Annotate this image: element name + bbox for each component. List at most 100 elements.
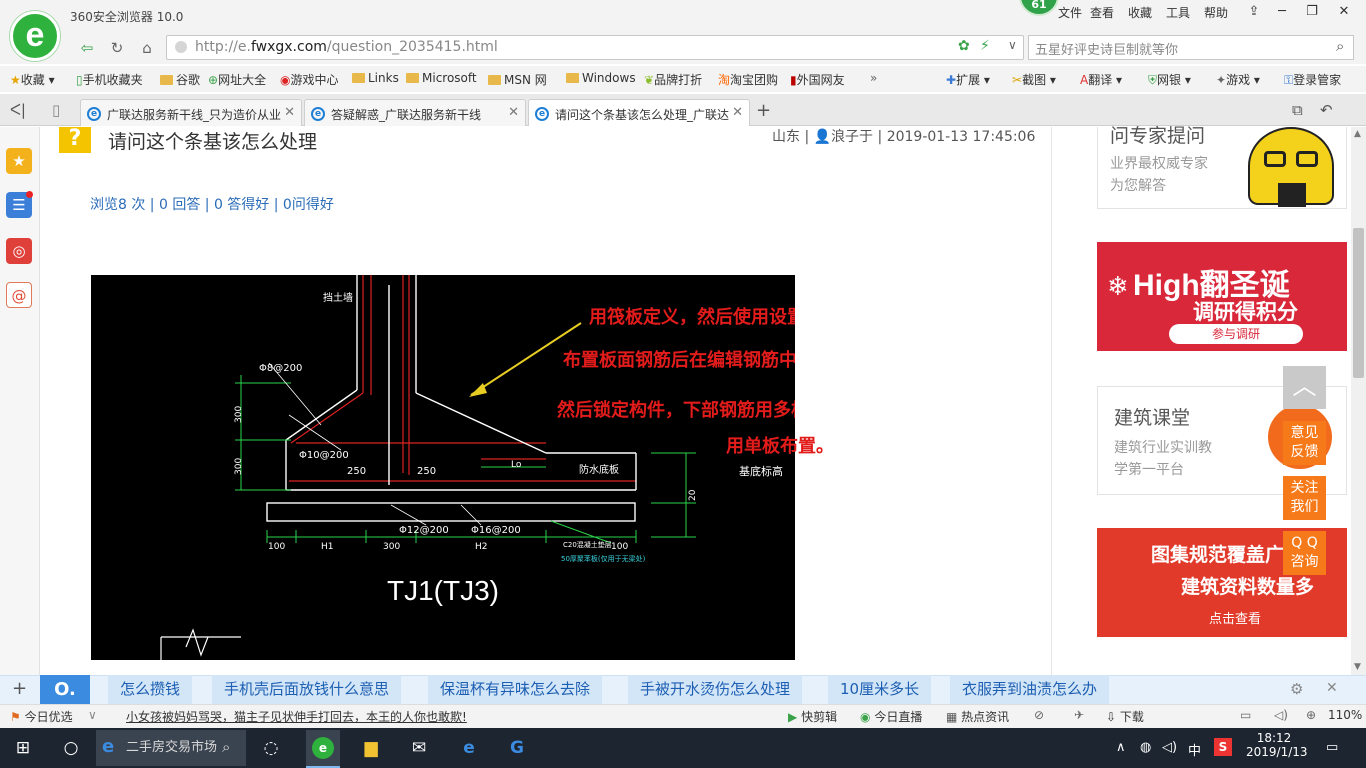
file-explorer-icon[interactable]: ▆	[358, 736, 384, 760]
sound-icon[interactable]: ◁)	[1274, 708, 1288, 722]
games-button[interactable]: ✦游戏 ▾	[1216, 71, 1260, 88]
back-icon[interactable]: ⇦	[74, 36, 100, 60]
hot-search-item[interactable]: 手被开水烫伤怎么处理	[628, 675, 803, 704]
site-info-icon[interactable]	[175, 41, 187, 53]
bookmark-links[interactable]: Links	[352, 71, 399, 85]
close-window-icon[interactable]: ✕	[1330, 0, 1358, 24]
pin-icon[interactable]: ⇪	[1240, 0, 1268, 24]
new-tab-icon[interactable]: +	[756, 100, 771, 121]
sidebar-toggle-icon[interactable]: ᐸ|	[10, 101, 26, 119]
edge-icon[interactable]: e	[456, 736, 482, 760]
menu-file[interactable]: 文件	[1058, 4, 1082, 21]
menu-favorites[interactable]: 收藏	[1128, 4, 1152, 21]
close-tab-icon[interactable]: ✕	[732, 105, 743, 120]
close-hotbar-icon[interactable]: ✕	[1326, 680, 1338, 696]
tab-question[interactable]: e 请问这个条基该怎么处理_广联达 ✕	[528, 99, 750, 126]
cad-drawing-image[interactable]: 挡土墙 Φ8@200 Φ10@200 250 250 Lo 防水底板 基底标高 …	[91, 275, 795, 660]
zoom-level[interactable]: 110%	[1328, 708, 1362, 722]
author-link[interactable]: 浪子于	[831, 129, 873, 145]
scroll-up-icon[interactable]: ▲	[1354, 129, 1361, 139]
window-icon[interactable]: ▭	[1240, 708, 1251, 722]
cortana-icon[interactable]: ○	[58, 736, 84, 760]
taskbar-360-browser[interactable]: e	[306, 730, 340, 768]
live-button[interactable]: ◉ 今日直播	[860, 708, 922, 725]
mail-app-icon[interactable]: ✉	[406, 736, 432, 760]
menu-help[interactable]: 帮助	[1204, 4, 1228, 21]
download-button[interactable]: ⇩ 下载	[1106, 708, 1144, 725]
close-tab-icon[interactable]: ✕	[284, 105, 295, 120]
taskbar-search-icon[interactable]: ⌕	[222, 738, 230, 756]
bookmark-windows[interactable]: Windows	[566, 71, 636, 85]
speed-mode-icon[interactable]: ⚡	[980, 38, 990, 54]
chevron-down-icon[interactable]: ∨	[1008, 38, 1017, 52]
restore-icon[interactable]: ❐	[1298, 0, 1326, 24]
back-to-top-button[interactable]: ︿	[1283, 366, 1326, 409]
screenshot-button[interactable]: ✂截图 ▾	[1012, 71, 1056, 88]
follow-us-button[interactable]: 关注 我们	[1283, 476, 1326, 520]
speedup-icon[interactable]: ⊘	[1034, 708, 1044, 722]
ime-indicator[interactable]: 中	[1188, 740, 1201, 759]
undo-close-icon[interactable]: ↶	[1320, 101, 1333, 119]
hot-search-item[interactable]: 手机壳后面放钱什么意思	[212, 675, 402, 704]
mail-icon[interactable]: @	[6, 282, 32, 308]
christmas-survey-banner[interactable]: High翻圣诞 调研得积分 参与调研 ❄	[1097, 242, 1347, 351]
tab-faq[interactable]: e 答疑解惑_广联达服务新干线 ✕	[304, 99, 526, 126]
bookmark-taobao[interactable]: 淘淘宝团购	[718, 71, 778, 88]
page-scrollbar[interactable]	[1351, 127, 1366, 675]
weibo-icon[interactable]: ◎	[6, 238, 32, 264]
settings-gear-icon[interactable]: ⚙	[1290, 680, 1303, 698]
hot-search-item[interactable]: 怎么攒钱	[108, 675, 193, 704]
news-ticker-link[interactable]: 小女孩被妈妈骂哭，猫主子见状伸手打回去，本王的人你也敢欺!	[126, 708, 467, 725]
bookmark-msn[interactable]: MSN 网	[488, 71, 547, 88]
translate-button[interactable]: A翻译 ▾	[1080, 71, 1122, 88]
minimize-icon[interactable]: ─	[1268, 0, 1296, 24]
tab-manager-icon[interactable]: ⧉	[1292, 101, 1303, 119]
menu-view[interactable]: 查看	[1090, 4, 1114, 21]
qq-consult-button[interactable]: Q Q 咨询	[1283, 531, 1326, 575]
windows-start-icon[interactable]: ⊞	[10, 736, 36, 760]
ebank-button[interactable]: ⛨网银 ▾	[1148, 71, 1191, 88]
hot-news-button[interactable]: ▦ 热点资讯	[946, 708, 1009, 725]
banner2-button[interactable]: 点击查看	[1209, 608, 1261, 627]
sogou-icon[interactable]: S	[1214, 738, 1232, 756]
task-view-icon[interactable]: ◌	[258, 736, 284, 760]
add-icon[interactable]: +	[12, 678, 27, 699]
favorites-star-icon[interactable]: ★	[6, 148, 32, 174]
bookmark-hao[interactable]: ⊕网址大全	[208, 71, 266, 88]
search-logo-icon[interactable]: O.	[40, 675, 90, 704]
scroll-down-icon[interactable]: ▼	[1354, 662, 1361, 672]
action-center-icon[interactable]: ▭	[1326, 740, 1338, 755]
expert-card[interactable]: 问专家提问 业界最权威专家 为您解答	[1097, 125, 1347, 209]
volume-icon[interactable]: ◁)	[1162, 740, 1177, 755]
network-icon[interactable]: ◍	[1140, 740, 1151, 755]
security-shield-icon[interactable]: ✿	[958, 38, 970, 54]
login-manager-button[interactable]: ⚿登录管家	[1284, 71, 1341, 88]
bookmark-foreign[interactable]: ▮外国网友	[790, 71, 845, 88]
extension-button[interactable]: ✚扩展 ▾	[946, 71, 990, 88]
banner1-button[interactable]: 参与调研	[1169, 324, 1303, 344]
tab-glodon-home[interactable]: e 广联达服务新干线_只为造价从业 ✕	[80, 99, 302, 126]
search-icon[interactable]: ⌕	[1336, 37, 1344, 55]
hot-search-item[interactable]: 衣服弄到油渍怎么办	[950, 675, 1110, 704]
hot-search-item[interactable]: 10厘米多长	[828, 675, 932, 704]
url-text[interactable]: http://e.fwxgx.com/question_2035415.html	[195, 39, 498, 55]
tray-expand-icon[interactable]: ∧	[1116, 740, 1126, 755]
feedback-button[interactable]: 意见 反馈	[1283, 421, 1326, 465]
zoom-icon[interactable]: ⊕	[1306, 708, 1316, 722]
clock[interactable]: 18:12 2019/1/13	[1246, 731, 1308, 759]
pin-tool-icon[interactable]: ✈	[1074, 708, 1084, 722]
bookmark-mobile[interactable]: ▯手机收藏夹	[76, 71, 143, 88]
quick-cut-button[interactable]: ▶ 快剪辑	[788, 708, 837, 725]
home-icon[interactable]: ⌂	[134, 36, 160, 60]
bookmark-games[interactable]: ◉游戏中心	[280, 71, 339, 88]
tab-list-icon[interactable]: ▯	[52, 101, 60, 119]
glodon-app-icon[interactable]: G	[504, 736, 530, 760]
bookmark-favorites[interactable]: ★收藏 ▾	[10, 71, 55, 88]
region-link[interactable]: 山东	[772, 129, 800, 145]
hot-search-item[interactable]: 保温杯有异味怎么去除	[428, 675, 603, 704]
news-dropdown-icon[interactable]: ∨	[88, 708, 97, 722]
close-tab-icon[interactable]: ✕	[508, 105, 519, 120]
more-bookmarks-icon[interactable]: »	[870, 71, 877, 85]
browser-logo-icon[interactable]: e	[10, 11, 60, 61]
scrollbar-thumb[interactable]	[1353, 228, 1364, 378]
